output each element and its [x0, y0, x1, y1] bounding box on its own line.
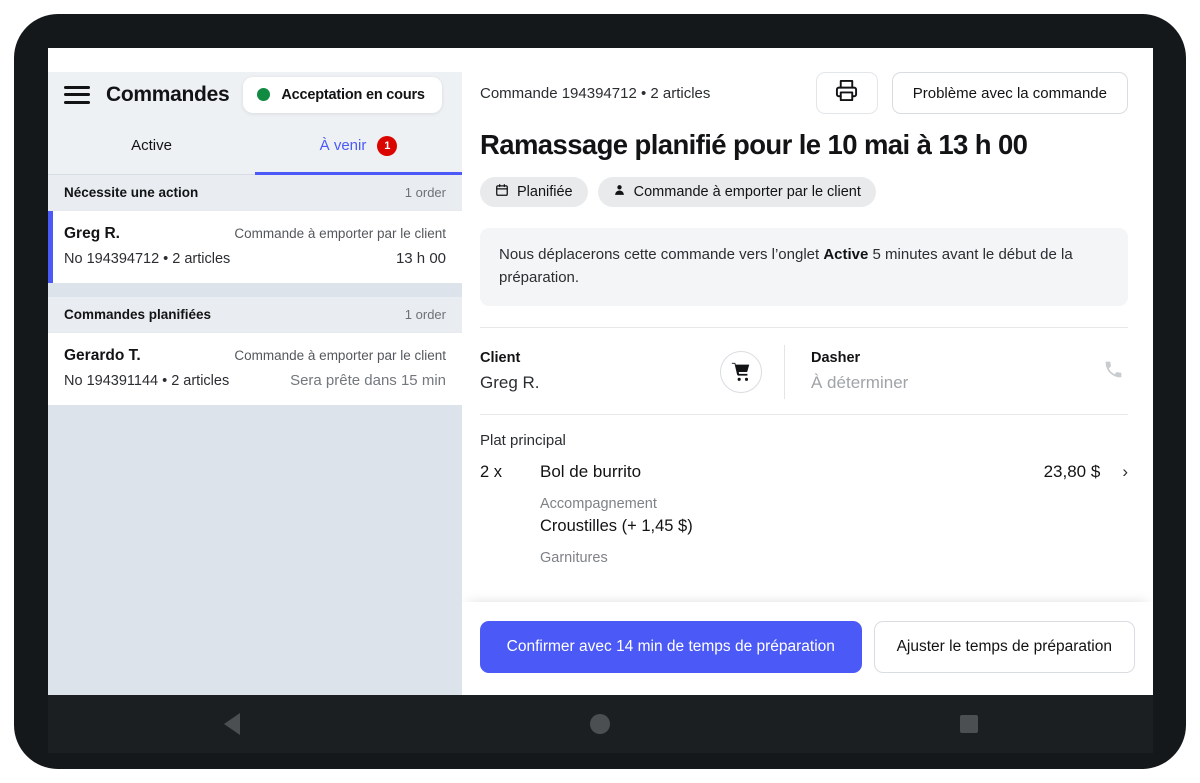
- print-button[interactable]: [815, 72, 878, 114]
- item-option-group: Accompagnement Croustilles (+ 1,45 $): [540, 496, 1128, 536]
- order-tags: Planifiée Commande à emporter par le cli…: [480, 177, 1128, 207]
- item-quantity: 2 x: [480, 462, 503, 481]
- order-item[interactable]: 2 x Bol de burrito 23,80 $ › Accompagnem…: [480, 462, 1128, 566]
- confirm-button[interactable]: Confirmer avec 14 min de temps de prépar…: [480, 621, 862, 673]
- screen-top-strip: [48, 48, 1153, 72]
- item-option-label: Garnitures: [540, 549, 608, 566]
- orders-sidebar: Commandes Acceptation en cours Active À …: [48, 48, 462, 695]
- printer-icon: [835, 79, 858, 107]
- status-badge-pickup: Commande à emporter par le client: [597, 177, 876, 207]
- notice-text-before: Nous déplacerons cette commande vers l’o…: [499, 246, 824, 263]
- customer-name: Greg R.: [480, 373, 540, 393]
- notice-text-bold: Active: [823, 246, 869, 263]
- sidebar-tabs: Active À venir 1: [48, 117, 462, 175]
- item-option-label: Accompagnement: [540, 495, 657, 512]
- order-number: No 194391144 • 2 articles: [64, 373, 230, 389]
- list-group-separator: [48, 283, 462, 297]
- nav-back-icon[interactable]: [202, 713, 262, 735]
- dasher-block: Dasher À déterminer: [785, 350, 1103, 393]
- group-title: Commandes planifiées: [64, 307, 212, 322]
- orders-list: Nécessite une action 1 order Greg R. Com…: [48, 175, 462, 695]
- calendar-icon: [495, 183, 509, 201]
- tab-upcoming-label: À venir: [319, 137, 367, 154]
- items-section-label: Plat principal: [480, 431, 566, 449]
- group-count: 1 order: [404, 307, 446, 322]
- order-customer-name: Greg R.: [64, 225, 120, 242]
- person-icon: [613, 183, 626, 201]
- status-dot-icon: [257, 88, 271, 101]
- tab-upcoming[interactable]: À venir 1: [255, 117, 462, 175]
- order-fulfillment-type: Commande à emporter par le client: [234, 226, 446, 241]
- shopping-cart-icon: [720, 350, 762, 393]
- status-badge-scheduled-label: Planifiée: [517, 184, 573, 200]
- item-price: 23,80 $: [1043, 461, 1101, 481]
- divider: [480, 413, 1128, 415]
- order-people-row: Client Greg R. Dasher À déterminer: [480, 328, 1128, 414]
- tab-active-label: Active: [131, 137, 172, 154]
- status-badge[interactable]: Acceptation en cours: [243, 76, 442, 113]
- order-fulfillment-type: Commande à emporter par le client: [234, 348, 446, 363]
- item-name: Bol de burrito: [540, 461, 642, 481]
- order-detail-panel: Commande 194394712 • 2 articles Problème: [462, 48, 1153, 695]
- order-problem-button[interactable]: Problème avec la commande: [891, 72, 1128, 114]
- group-count: 1 order: [404, 185, 446, 200]
- group-header-scheduled: Commandes planifiées 1 order: [48, 297, 462, 332]
- order-detail-header: Commande 194394712 • 2 articles Problème: [480, 72, 1128, 114]
- dasher-label: Dasher: [811, 350, 861, 367]
- page-title: Commandes: [106, 82, 230, 106]
- chevron-right-icon[interactable]: ›: [1122, 462, 1128, 482]
- order-customer-name: Gerardo T.: [64, 347, 141, 364]
- status-badge-pickup-label: Commande à emporter par le client: [633, 184, 861, 200]
- nav-recents-icon[interactable]: [939, 715, 999, 733]
- order-meta: Commande 194394712 • 2 articles: [480, 84, 711, 102]
- dasher-value: À déterminer: [811, 373, 909, 393]
- status-badge-scheduled: Planifiée: [480, 177, 588, 207]
- order-number: No 194394712 • 2 articles: [64, 251, 231, 267]
- customer-label: Client: [480, 350, 521, 367]
- list-item[interactable]: Greg R. Commande à emporter par le clien…: [48, 210, 462, 283]
- order-action-bar: Confirmer avec 14 min de temps de prépar…: [462, 602, 1153, 695]
- hamburger-menu-icon[interactable]: [64, 85, 90, 104]
- order-detail-title: Ramassage planifié pour le 10 mai à 13 h…: [480, 129, 1028, 160]
- group-header-needs-action: Nécessite une action 1 order: [48, 175, 462, 210]
- status-badge-label: Acceptation en cours: [281, 86, 425, 103]
- device-screen: Commandes Acceptation en cours Active À …: [48, 48, 1153, 695]
- info-notice: Nous déplacerons cette commande vers l’o…: [480, 228, 1128, 306]
- group-title: Nécessite une action: [64, 185, 199, 200]
- tab-active[interactable]: Active: [48, 117, 255, 174]
- adjust-prep-time-button[interactable]: Ajuster le temps de préparation: [873, 621, 1135, 673]
- order-detail-scroll[interactable]: Commande 194394712 • 2 articles Problème: [462, 48, 1153, 695]
- list-item[interactable]: Gerardo T. Commande à emporter par le cl…: [48, 332, 462, 405]
- phone-icon[interactable]: [1103, 359, 1128, 385]
- android-navigation-bar: [48, 695, 1153, 753]
- tab-upcoming-badge: 1: [377, 135, 398, 156]
- order-time: 13 h 00: [395, 250, 446, 267]
- tablet-device-frame: Commandes Acceptation en cours Active À …: [14, 14, 1186, 769]
- item-option-group: Garnitures: [540, 550, 1128, 566]
- nav-home-icon[interactable]: [570, 714, 630, 734]
- item-option-value: Croustilles (+ 1,45 $): [540, 516, 693, 535]
- orders-app: Commandes Acceptation en cours Active À …: [48, 48, 1153, 695]
- order-time: Sera prête dans 15 min: [290, 372, 446, 389]
- customer-block: Client Greg R.: [480, 350, 720, 393]
